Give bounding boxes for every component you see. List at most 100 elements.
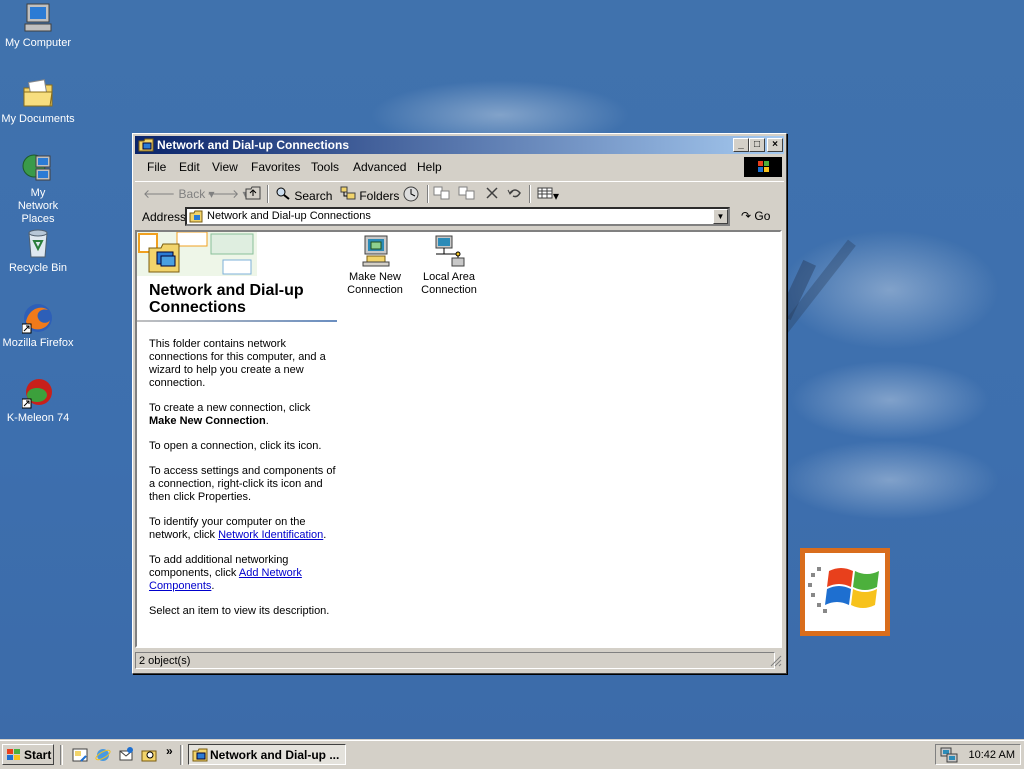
copy-to-button[interactable] [458, 186, 476, 203]
desktop-icon-label: K-Meleon 74 [6, 412, 70, 424]
windows-logo-box [800, 548, 890, 636]
back-button[interactable]: 🡐 Back ▾ [143, 186, 215, 201]
quicklaunch-outlook[interactable] [118, 747, 134, 766]
local-area-connection-icon [435, 235, 465, 267]
move-to-icon [433, 186, 450, 200]
cloud [790, 360, 990, 440]
task-button-label: Network and Dial-up ... [210, 748, 340, 762]
move-to-button[interactable] [433, 186, 451, 203]
info-text: To create a new connection, click Make N… [149, 402, 311, 427]
search-button[interactable]: Search [275, 186, 332, 203]
views-button[interactable]: ▾ [537, 186, 559, 203]
local-area-connection-item[interactable]: Local Area Connection [414, 234, 484, 297]
maximize-icon: □ [753, 139, 761, 150]
toolbar: 🡐 Back ▾ 🡒 ▾ Search Folders ▾ [135, 181, 784, 204]
forward-button[interactable]: 🡒 ▾ [207, 186, 249, 201]
address-input[interactable]: Network and Dial-up Connections ▼ [185, 207, 730, 226]
explorer-window: Network and Dial-up Connections _ □ × Fi… [132, 133, 787, 674]
menu-tools[interactable]: Tools [311, 160, 339, 174]
folders-button[interactable]: Folders [340, 186, 399, 203]
go-button[interactable]: ↷ Go [741, 209, 770, 223]
make-new-connection-item[interactable]: Make New Connection [340, 234, 410, 297]
k-meleon-icon [21, 377, 54, 409]
folders-icon [340, 186, 356, 200]
desktop-icon-mozilla-firefox[interactable]: Mozilla Firefox [0, 302, 76, 350]
info-text: To access settings and components of a c… [149, 465, 336, 503]
info-text: To identify your computer on the network… [149, 516, 327, 541]
menu-help[interactable]: Help [417, 160, 442, 174]
quicklaunch-more-chevron-icon[interactable]: » [166, 744, 173, 758]
back-arrow-icon: 🡐 [143, 187, 176, 201]
delete-button[interactable] [485, 186, 499, 203]
recycle-bin-icon [22, 227, 54, 259]
desktop-icon-recycle-bin[interactable]: Recycle Bin [0, 227, 76, 275]
desktop-icon-my-network-places[interactable]: My Network Places [0, 152, 76, 226]
address-bar: Address Network and Dial-up Connections … [135, 206, 784, 228]
menu-file[interactable]: File [147, 160, 166, 174]
quicklaunch-explorer[interactable] [141, 747, 157, 766]
info-text: Select an item to view its description. [149, 605, 330, 617]
network-identification-link[interactable]: Network Identification [218, 529, 323, 541]
menu-edit[interactable]: Edit [179, 160, 200, 174]
title-bar[interactable]: Network and Dial-up Connections _ □ × [135, 136, 784, 154]
network-places-icon [22, 152, 54, 184]
up-folder-button[interactable] [245, 186, 261, 203]
windows-flag-icon [808, 567, 879, 613]
my-computer-icon [22, 2, 54, 34]
taskbar: Start » Network and Dial-up ... 10:42 AM [0, 740, 1024, 769]
forward-arrow-icon: 🡒 [207, 187, 240, 201]
my-documents-icon [22, 78, 54, 110]
panel-divider [137, 320, 337, 322]
desktop-icon-label: Recycle Bin [8, 262, 68, 274]
status-text: 2 object(s) [135, 652, 775, 669]
address-value: Network and Dial-up Connections [207, 210, 371, 222]
start-button[interactable]: Start [2, 744, 54, 765]
taskbar-separator [180, 745, 183, 765]
undo-icon [507, 189, 521, 198]
menu-favorites[interactable]: Favorites [251, 160, 300, 174]
desktop-icon-label: My Network Places [17, 187, 59, 225]
close-button[interactable]: × [767, 138, 783, 152]
windows-throbber [744, 157, 782, 177]
info-panel: This folder contains network connections… [149, 338, 337, 630]
desktop-icon-my-documents[interactable]: My Documents [0, 78, 76, 126]
item-label: Local Area [423, 271, 475, 283]
quicklaunch-ie[interactable] [95, 747, 111, 766]
resize-grip-icon[interactable] [770, 655, 782, 667]
status-bar: 2 object(s) [135, 651, 784, 670]
desktop-icon-my-computer[interactable]: My Computer [0, 2, 76, 50]
clock[interactable]: 10:42 AM [969, 749, 1015, 761]
start-label: Start [24, 748, 52, 762]
undo-button[interactable] [507, 186, 523, 203]
copy-to-icon [458, 186, 475, 200]
address-dropdown-button[interactable]: ▼ [713, 209, 728, 224]
toolbar-separator [427, 185, 429, 203]
network-status-icon[interactable] [940, 747, 958, 763]
item-label: Connection [347, 284, 403, 296]
maximize-button[interactable]: □ [749, 138, 765, 152]
outlook-express-icon [119, 747, 133, 761]
info-text: To open a connection, click its icon. [149, 440, 322, 452]
cloud [780, 440, 1000, 520]
task-button-network-connections[interactable]: Network and Dial-up ... [188, 744, 346, 765]
menu-bar: File Edit View Favorites Tools Advanced … [135, 156, 784, 178]
item-label: Connection [421, 284, 477, 296]
network-folder-icon [189, 210, 203, 223]
window-title: Network and Dial-up Connections [157, 138, 350, 152]
menu-view[interactable]: View [212, 160, 238, 174]
toolbar-separator [529, 185, 531, 203]
desktop-icon-label: My Documents [1, 113, 75, 125]
history-button[interactable] [403, 186, 419, 205]
menu-advanced[interactable]: Advanced [353, 160, 406, 174]
folder-view: Network and Dial-up Connections This fol… [135, 230, 782, 648]
network-folder-icon [138, 138, 154, 152]
minimize-button[interactable]: _ [733, 138, 749, 152]
close-icon: × [772, 139, 778, 150]
search-icon [276, 187, 290, 200]
explorer-icon [141, 750, 157, 762]
desktop-icon-k-meleon[interactable]: K-Meleon 74 [0, 377, 76, 425]
quicklaunch-desktop[interactable] [72, 747, 88, 766]
taskbar-separator [60, 745, 63, 765]
firefox-icon [21, 302, 54, 334]
minimize-icon: _ [738, 139, 744, 150]
